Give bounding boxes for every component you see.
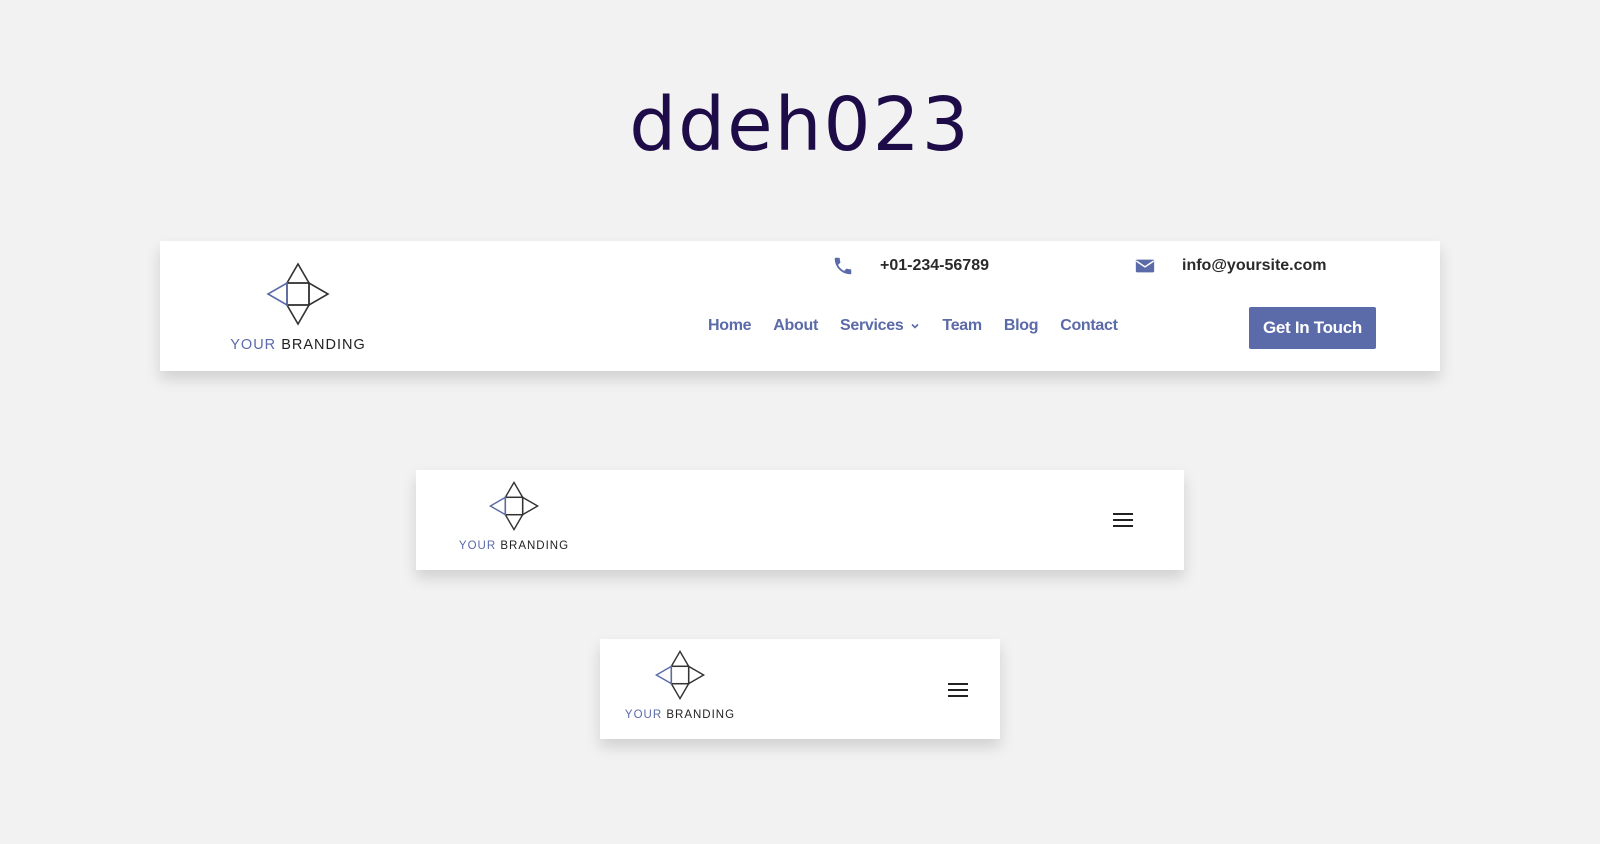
nav-label: Home bbox=[708, 317, 752, 334]
desktop-header: YOUR BRANDING +01-234-56789 info@yoursit… bbox=[160, 241, 1440, 371]
logo-text-your: YOUR bbox=[624, 709, 663, 721]
logo[interactable]: YOUR BRANDING bbox=[458, 480, 570, 552]
nav-item-services[interactable]: Services bbox=[840, 317, 920, 335]
nav-label: Team bbox=[942, 317, 982, 334]
tablet-header: YOUR BRANDING bbox=[416, 470, 1184, 570]
nav-label: Services bbox=[839, 317, 904, 334]
logo-text-your: YOUR bbox=[458, 540, 497, 552]
nav-label: About bbox=[773, 317, 818, 334]
hamburger-menu-icon[interactable] bbox=[1113, 513, 1135, 531]
contact-email[interactable]: info@yoursite.com bbox=[1134, 253, 1327, 279]
logo-text-branding: BRANDING bbox=[666, 709, 736, 721]
nav-label: Blog bbox=[1003, 317, 1039, 334]
logo-mark-icon bbox=[488, 480, 540, 532]
phone-number: +01-234-56789 bbox=[880, 257, 989, 274]
get-in-touch-button[interactable]: Get In Touch bbox=[1249, 307, 1376, 349]
logo-mark-icon bbox=[654, 649, 706, 701]
logo-text-branding: BRANDING bbox=[281, 337, 366, 353]
envelope-icon bbox=[1135, 259, 1155, 273]
nav-label: Contact bbox=[1060, 317, 1118, 334]
nav-item-home[interactable]: Home bbox=[708, 317, 752, 335]
chevron-down-icon bbox=[911, 323, 919, 329]
logo[interactable]: YOUR BRANDING bbox=[624, 649, 736, 721]
mobile-header: YOUR BRANDING bbox=[600, 639, 1000, 739]
nav-item-team[interactable]: Team bbox=[942, 317, 982, 335]
page-title: ddeh023 bbox=[629, 82, 971, 168]
nav-item-blog[interactable]: Blog bbox=[1003, 317, 1039, 335]
nav-item-contact[interactable]: Contact bbox=[1060, 317, 1118, 335]
email-address: info@yoursite.com bbox=[1182, 257, 1327, 274]
phone-icon bbox=[834, 257, 852, 275]
logo[interactable]: YOUR BRANDING bbox=[228, 261, 368, 353]
logo-mark-icon bbox=[266, 262, 330, 326]
logo-text-branding: BRANDING bbox=[500, 540, 570, 552]
nav-item-about[interactable]: About bbox=[773, 317, 818, 335]
main-nav: Home About Services Team Blog Contact bbox=[708, 317, 1140, 335]
logo-text-your: YOUR bbox=[230, 337, 277, 353]
hamburger-menu-icon[interactable] bbox=[948, 683, 970, 701]
contact-phone[interactable]: +01-234-56789 bbox=[832, 253, 989, 279]
